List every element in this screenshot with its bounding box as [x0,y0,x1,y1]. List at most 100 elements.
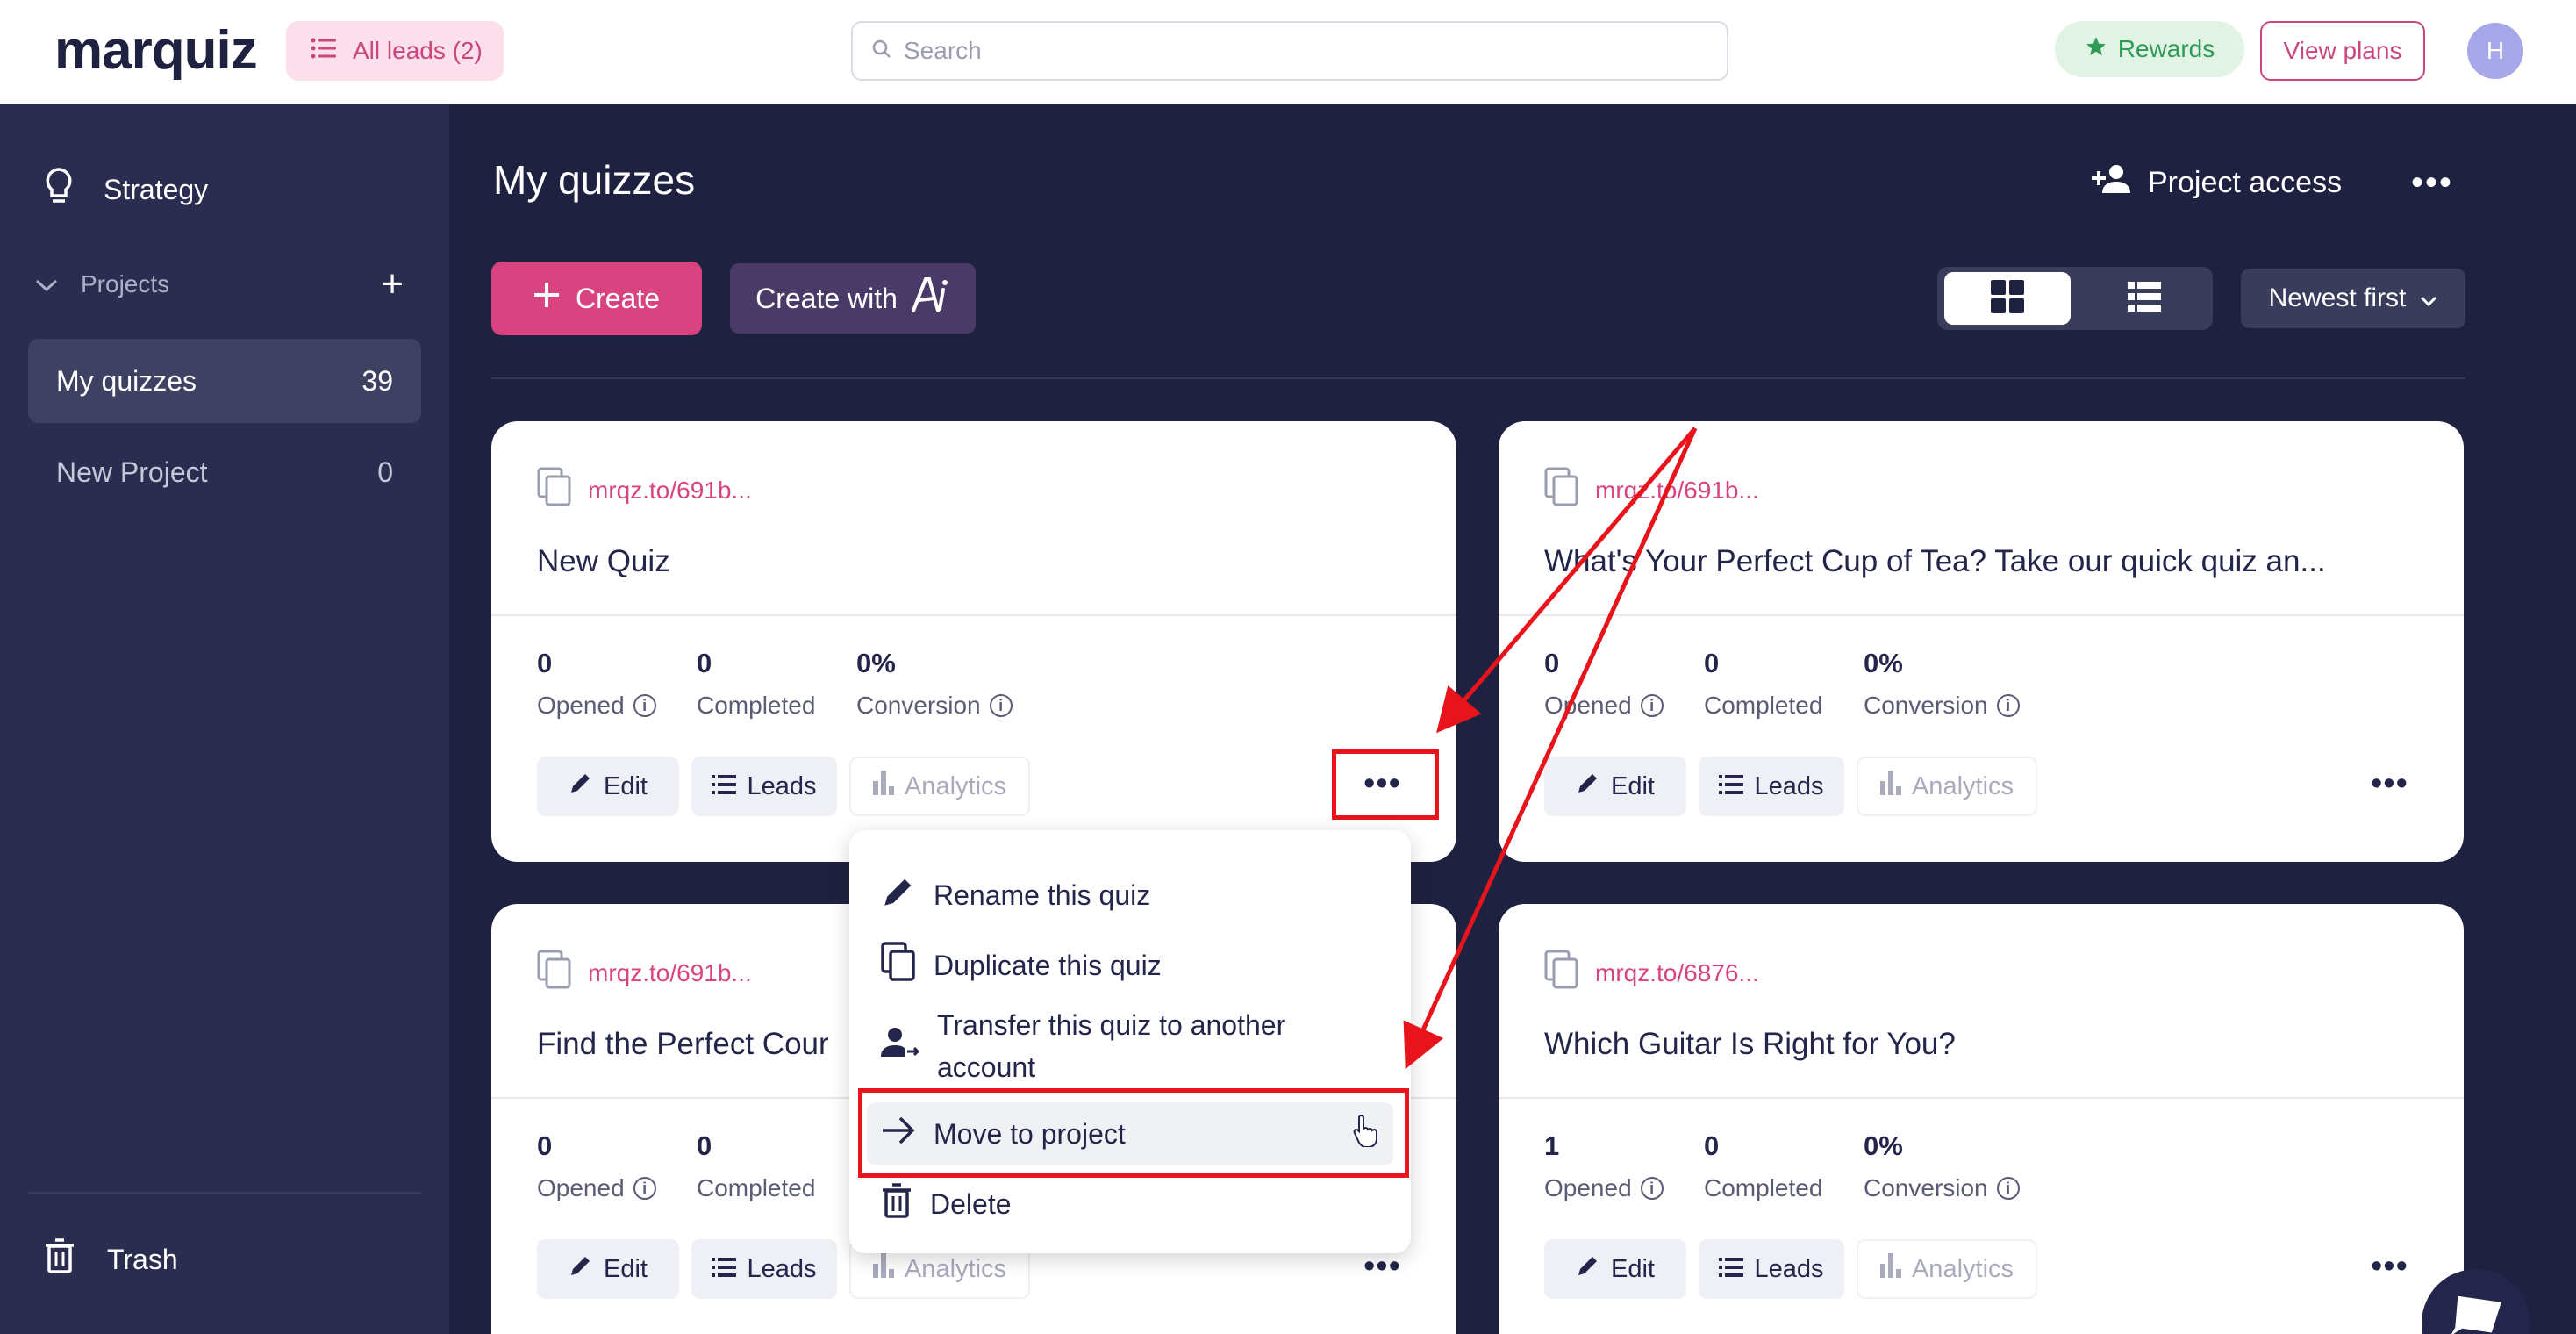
copy-icon[interactable] [537,467,572,513]
stat-completed: 0 Completed [697,1130,815,1202]
quiz-title[interactable]: What's Your Perfect Cup of Tea? Take our… [1544,544,2422,579]
quiz-link[interactable]: mrqz.to/691b... [537,467,752,513]
edit-button[interactable]: Edit [1544,1239,1686,1299]
list-icon [311,37,337,65]
more-options-icon[interactable]: ••• [2411,163,2453,203]
create-with-ai-button[interactable]: Create with [730,263,976,334]
sidebar-item-strategy[interactable]: Strategy [44,167,208,212]
card-divider [491,614,1456,616]
transfer-label-line2: account [937,1051,1036,1083]
stat-value: 0 [537,648,553,678]
info-icon[interactable]: i [1996,694,2020,717]
quiz-link-text: mrqz.to/691b... [1595,476,1759,504]
info-icon[interactable]: i [633,1177,656,1200]
edit-label: Edit [604,771,648,800]
stat-opened: 1 Opened i [1544,1130,1664,1202]
stat-value: 0 [1544,648,1560,678]
edit-button[interactable]: Edit [1544,757,1686,816]
sidebar-item-trash[interactable]: Trash [44,1237,178,1281]
quiz-card: mrqz.to/691b... New Quiz 0 Opened i 0 Com… [491,421,1456,862]
analytics-label: Analytics [904,1254,1007,1283]
card-more-icon[interactable]: ••• [1363,1248,1401,1286]
info-icon[interactable]: i [633,694,656,717]
plus-icon [533,282,560,315]
card-more-icon[interactable]: ••• [2371,1248,2408,1286]
stat-label: Completed [697,692,816,719]
grid-icon [1991,279,2024,318]
edit-button[interactable]: Edit [537,757,679,816]
sidebar-item-label: New Project [56,455,208,488]
sort-dropdown[interactable]: Newest first [2241,269,2465,328]
sidebar-item-label: My quizzes [56,364,197,397]
pencil-icon [881,874,916,916]
quiz-title[interactable]: Which Guitar Is Right for You? [1544,1027,2422,1062]
leads-button[interactable]: Leads [691,1239,837,1299]
info-icon[interactable]: i [1640,694,1664,717]
info-icon[interactable]: i [1996,1177,2020,1200]
list-view-button[interactable] [2081,272,2207,325]
view-plans-button[interactable]: View plans [2260,21,2425,81]
stat-value: 0% [856,648,896,678]
analytics-button[interactable]: Analytics [1857,1239,2037,1299]
card-more-icon[interactable]: ••• [2371,765,2408,803]
stat-opened: 0 Opened i [537,1130,656,1202]
sidebar-item-my-quizzes[interactable]: My quizzes 39 [28,339,421,423]
transfer-menu-item[interactable]: Transfer this quiz to another account [849,1000,1411,1092]
stat-label: Opened [1544,1174,1632,1201]
info-icon[interactable]: i [1640,1177,1664,1200]
quiz-link[interactable]: mrqz.to/6876... [1544,950,1759,996]
analytics-button[interactable]: Analytics [849,757,1030,816]
stat-value: 0 [697,1130,712,1161]
rename-menu-item[interactable]: Rename this quiz [849,860,1411,930]
quiz-card: mrqz.to/691b... What's Your Perfect Cup … [1499,421,2464,862]
transfer-label: Transfer this quiz to another account [937,1004,1285,1088]
info-icon[interactable]: i [989,694,1013,717]
quiz-title[interactable]: New Quiz [537,544,1414,579]
quiz-link[interactable]: mrqz.to/691b... [1544,467,1759,513]
analytics-button[interactable]: Analytics [1857,757,2037,816]
quiz-card: mrqz.to/6876... Which Guitar Is Right fo… [1499,904,2464,1334]
chevron-down-icon[interactable] [35,270,58,298]
edit-button[interactable]: Edit [537,1239,679,1299]
view-toggle [1937,267,2213,330]
trash-label: Trash [107,1243,178,1275]
leads-button[interactable]: Leads [1699,757,1844,816]
copy-icon[interactable] [1544,950,1579,996]
leads-label: Leads [747,1254,817,1283]
edit-label: Edit [1611,1254,1655,1283]
project-access-button[interactable]: Project access [2092,163,2342,203]
stat-value: 0 [537,1130,553,1161]
pencil-icon [569,1253,593,1285]
leads-button[interactable]: Leads [1699,1239,1844,1299]
analytics-label: Analytics [904,771,1007,800]
quiz-context-menu: Rename this quiz Duplicate this quiz Tra… [849,830,1411,1253]
marquiz-logo[interactable]: marquiz [54,19,258,82]
grid-view-button[interactable] [1944,272,2071,325]
duplicate-menu-item[interactable]: Duplicate this quiz [849,930,1411,1000]
add-project-icon[interactable]: + [381,265,404,304]
quiz-link[interactable]: mrqz.to/691b... [537,950,752,996]
card-divider [1499,1097,2464,1099]
stat-value: 0% [1864,1130,1903,1161]
stat-completed: 0 Completed [1704,648,1822,720]
avatar[interactable]: H [2467,23,2523,79]
copy-icon[interactable] [1544,467,1579,513]
bar-chart-icon [1879,771,1901,802]
edit-label: Edit [604,1254,648,1283]
leads-button[interactable]: Leads [691,757,837,816]
project-access-label: Project access [2148,166,2343,199]
sidebar-item-new-project[interactable]: New Project 0 [28,430,421,514]
copy-icon [881,942,916,989]
stat-value: 0 [697,648,712,678]
all-leads-button[interactable]: All leads (2) [286,21,504,81]
sidebar: Strategy Projects + My quizzes 39 New Pr… [0,104,449,1334]
analytics-label: Analytics [1911,1254,2014,1283]
copy-icon[interactable] [537,950,572,996]
search-input[interactable]: Search [851,21,1728,81]
delete-menu-item[interactable]: Delete [849,1173,1411,1236]
rewards-button[interactable]: Rewards [2055,21,2244,77]
lightbulb-icon [44,167,74,212]
create-button[interactable]: Create [491,262,702,335]
add-person-icon [2092,163,2134,203]
all-leads-label: All leads (2) [353,37,483,64]
